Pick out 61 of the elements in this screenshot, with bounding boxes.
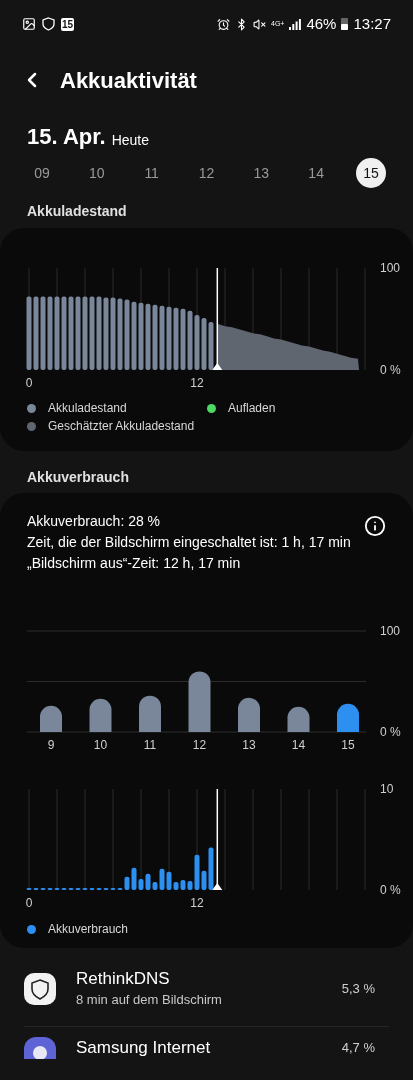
app-name: Samsung Internet xyxy=(76,1036,212,1059)
chart-bar[interactable] xyxy=(337,703,359,732)
battery-percent: 46% xyxy=(306,13,337,34)
shield-icon xyxy=(42,17,55,31)
axis-label: 10 xyxy=(380,782,394,796)
axis-label: 100 xyxy=(380,624,401,638)
battery-icon xyxy=(341,18,349,30)
gallery-icon xyxy=(22,17,36,31)
axis-label: 12 xyxy=(192,738,207,752)
chart-bar[interactable] xyxy=(139,695,161,732)
chart-bar[interactable] xyxy=(238,697,260,732)
day-chip[interactable]: 13 xyxy=(246,158,277,188)
legend-label: Geschätzter Akkuladestand xyxy=(48,418,195,435)
page-title: Akkuaktivität xyxy=(60,66,197,95)
chart-bar[interactable] xyxy=(40,705,62,732)
usage-summary-line: Akkuverbrauch: 28 % xyxy=(27,512,162,531)
clock: 13:27 xyxy=(353,13,391,34)
app-percent: 4,7 % xyxy=(341,1038,376,1057)
axis-label: 13 xyxy=(242,738,256,752)
section-heading: Akkuverbrauch xyxy=(27,467,129,487)
day-chip[interactable]: 09 xyxy=(27,158,57,188)
axis-label: 12 xyxy=(190,376,204,390)
alarm-icon xyxy=(217,17,230,31)
info-icon[interactable] xyxy=(364,515,386,537)
section-heading: Akkuladestand xyxy=(27,201,127,221)
app-percent: 5,3 % xyxy=(341,980,376,998)
axis-label: 0 % xyxy=(380,725,401,739)
app-name: RethinkDNS xyxy=(76,968,171,990)
chart-bar[interactable] xyxy=(89,698,112,732)
day-chip[interactable]: 10 xyxy=(81,158,112,188)
calendar-badge: 15 xyxy=(61,17,75,31)
axis-label: 12 xyxy=(190,896,204,910)
day-chip[interactable]: 15 xyxy=(355,158,386,188)
day-chip[interactable]: 14 xyxy=(301,158,332,188)
axis-label: 11 xyxy=(143,738,157,752)
legend-label: Aufladen xyxy=(228,400,276,417)
day-chip[interactable]: 11 xyxy=(136,158,167,188)
date-title: 15. Apr. xyxy=(27,124,106,150)
axis-label: 0 % xyxy=(380,363,401,377)
usage-summary-line: Zeit, die der Bildschirm eingeschaltet ist: 1 h, 17 min xyxy=(27,533,351,552)
axis-label: 0 xyxy=(25,896,33,910)
axis-label: 100 xyxy=(380,261,401,275)
chart-bar[interactable] xyxy=(188,671,211,732)
legend-label: Akkuladestand xyxy=(48,400,127,417)
date-label: Heute xyxy=(111,131,150,150)
mute-icon xyxy=(253,17,266,31)
shield-app-icon xyxy=(24,972,56,1005)
day-chip[interactable]: 12 xyxy=(191,158,222,188)
axis-label: 14 xyxy=(291,738,306,752)
usage-summary-line: „Bildschirm aus“-Zeit: 12 h, 17 min xyxy=(27,554,242,573)
axis-label: 9 xyxy=(47,738,55,752)
axis-label: 15 xyxy=(341,738,355,752)
bluetooth-icon xyxy=(235,17,248,31)
app-detail: 8 min auf dem Bildschirm xyxy=(76,991,223,1009)
chart-bar[interactable] xyxy=(287,706,310,732)
axis-label: 10 xyxy=(93,738,108,752)
axis-label: 0 xyxy=(25,376,33,390)
planet-app-icon xyxy=(24,1036,56,1059)
axis-label: 0 % xyxy=(380,883,401,897)
signal-icon xyxy=(289,18,302,30)
legend-label: Akkuverbrauch xyxy=(48,921,129,938)
